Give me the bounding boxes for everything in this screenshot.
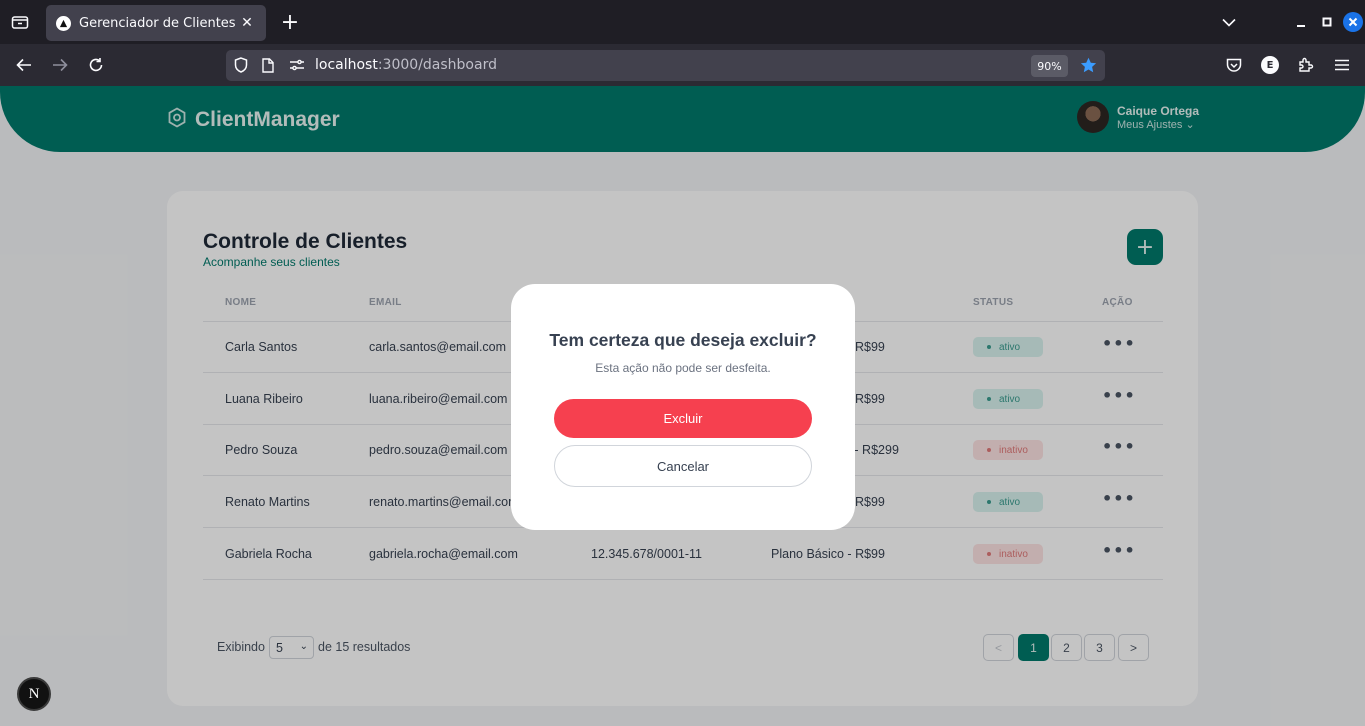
shield-icon[interactable] [232,56,250,74]
menu-hamburger-icon[interactable] [1333,56,1351,74]
close-window-icon[interactable] [1343,12,1363,32]
browser-tab-bar: Gerenciador de Clientes ✕ + [0,0,1365,44]
browser-tab[interactable]: Gerenciador de Clientes ✕ [46,5,266,41]
minimize-icon[interactable] [1292,13,1310,31]
cancel-button[interactable]: Cancelar [554,445,812,487]
nextjs-favicon-icon [56,15,71,31]
maximize-icon[interactable] [1318,13,1336,31]
url-text: localhost:3000/dashboard [315,57,497,73]
page-icon[interactable] [260,56,276,74]
dialog-message: Esta ação não pode ser desfeita. [595,361,771,375]
delete-confirm-dialog: Tem certeza que deseja excluir? Esta açã… [511,284,855,530]
forward-icon[interactable] [50,56,70,74]
dialog-title: Tem certeza que deseja excluir? [549,330,817,350]
permissions-icon[interactable] [288,57,306,73]
extension-e-icon[interactable]: E [1261,56,1279,74]
reload-icon[interactable] [86,55,106,75]
url-bar[interactable]: localhost:3000/dashboard 90% [226,50,1105,81]
new-tab-button[interactable]: + [280,10,300,35]
list-all-tabs-icon[interactable] [1219,13,1239,31]
zoom-indicator[interactable]: 90% [1031,55,1068,77]
browser-navigation-bar: localhost:3000/dashboard 90% E [0,44,1365,86]
close-tab-icon[interactable]: ✕ [238,15,256,31]
bookmark-star-icon[interactable] [1079,56,1097,74]
back-icon[interactable] [14,56,34,74]
tab-title: Gerenciador de Clientes [79,15,236,31]
extensions-puzzle-icon[interactable] [1297,56,1315,74]
pocket-icon[interactable] [1225,56,1243,74]
confirm-delete-button[interactable]: Excluir [554,399,812,438]
nextjs-dev-indicator[interactable]: N [17,677,51,711]
page-content: ClientManager Caique Ortega Meus Ajustes… [0,86,1365,726]
tab-list-icon[interactable] [10,13,30,31]
